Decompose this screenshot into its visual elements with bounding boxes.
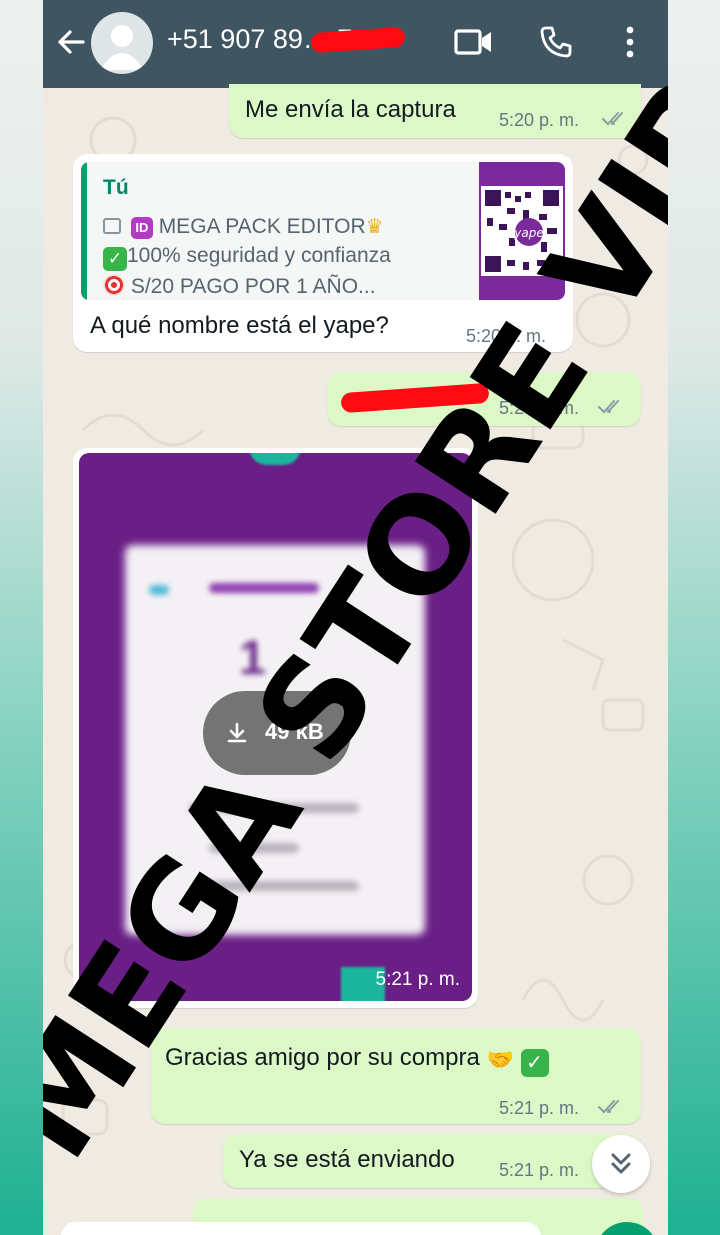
qr-thumbnail-label: yape — [513, 226, 543, 240]
voice-call-icon[interactable] — [538, 24, 574, 60]
message-time: 5:20 p. m. — [499, 110, 580, 130]
handshake-icon: 🤝 — [486, 1047, 514, 1072]
message-time: 5:20 p. m. — [499, 398, 580, 418]
message-text: Me envía la captura — [245, 96, 456, 123]
qr-code-icon: yape — [481, 186, 563, 276]
quote-line-2: ✓ 100% seguridad y confianza — [103, 244, 391, 271]
message-time: 5:21 p. m. — [499, 1160, 580, 1180]
quote-line-3-text: S/20 PAGO POR 1 AÑO... — [130, 275, 376, 298]
quote-line-1: ID MEGA PACK EDITOR♛ — [103, 214, 384, 239]
default-avatar-icon — [100, 25, 144, 70]
quote-line-3: S/20 PAGO POR 1 AÑO... — [103, 274, 376, 299]
check-mark-icon: ✓ — [103, 247, 127, 271]
read-ticks-icon — [598, 400, 619, 414]
message-bubble-outgoing[interactable]: Gracias amigo por su compra 🤝 ✓ 5:21 p. … — [151, 1028, 641, 1124]
id-icon: ID — [130, 217, 153, 239]
read-ticks-icon — [598, 1100, 619, 1114]
more-options-icon[interactable] — [621, 24, 639, 60]
redaction-mark — [340, 382, 490, 414]
message-time: 5:20 p. m. — [466, 326, 547, 346]
chat-screen: +51 907 89… 7 Me envía la captura 5:20 p… — [43, 0, 668, 1235]
read-ticks-icon — [602, 112, 623, 126]
message-input[interactable] — [61, 1222, 541, 1235]
video-call-icon[interactable] — [453, 24, 495, 60]
qr-code-thumbnail[interactable]: yape — [479, 162, 565, 300]
message-bubble-outgoing[interactable]: Me envía la captura 5:20 p. m. — [229, 84, 641, 138]
message-time: 5:21 p. m. — [499, 1098, 580, 1118]
message-time: 5:21 p. m. — [375, 969, 461, 990]
quote-line-2-text: 100% seguridad y confianza — [127, 244, 391, 267]
message-text: A qué nombre está el yape? — [90, 312, 389, 339]
blurred-image-preview[interactable]: 1 49 kB 5:21 p. m. — [79, 453, 472, 1001]
message-text: Gracias amigo por su compra 🤝 ✓ — [165, 1044, 549, 1077]
download-icon — [227, 722, 247, 743]
message-bubble-incoming[interactable]: Tú ID MEGA PACK EDITOR♛ ✓ 100% seguridad … — [73, 154, 573, 352]
check-mark-icon: ✓ — [520, 1049, 549, 1077]
chat-header: +51 907 89… 7 — [43, 0, 668, 88]
quote-line-1-text: MEGA PACK EDITOR — [158, 215, 366, 238]
message-bubble-outgoing[interactable]: 5:20 p. m. — [327, 372, 641, 426]
chevron-double-down-icon — [611, 1153, 631, 1174]
quoted-message[interactable]: Tú ID MEGA PACK EDITOR♛ ✓ 100% seguridad … — [81, 162, 565, 300]
crown-icon: ♛ — [365, 216, 384, 238]
target-icon — [103, 274, 125, 296]
quote-accent-bar — [81, 162, 87, 300]
back-arrow-icon[interactable] — [55, 26, 87, 58]
message-text-content: Gracias amigo por su compra — [165, 1044, 480, 1071]
download-size: 49 kB — [265, 719, 324, 744]
quote-author: Tú — [103, 176, 129, 199]
message-bubble-outgoing[interactable]: Ya se está enviando 5:21 p. m. — [223, 1134, 641, 1188]
avatar[interactable] — [91, 12, 153, 74]
gallery-icon — [103, 218, 121, 234]
download-button[interactable]: 49 kB — [203, 691, 351, 775]
image-message[interactable]: 1 49 kB 5:21 p. m. — [73, 448, 478, 1008]
blurred-amount: 1 — [239, 632, 266, 685]
message-text: Ya se está enviando — [239, 1146, 455, 1173]
scroll-to-bottom-button[interactable] — [592, 1135, 650, 1193]
